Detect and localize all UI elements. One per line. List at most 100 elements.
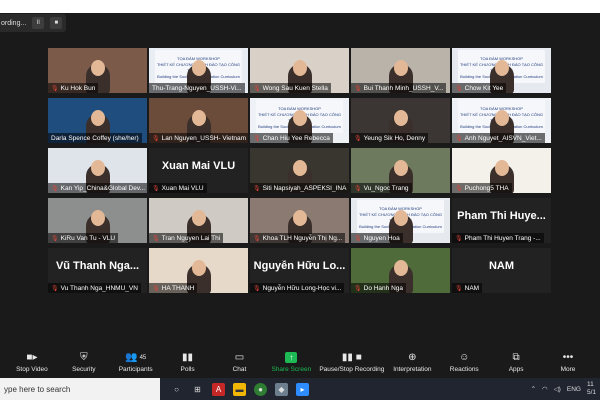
muted-mic-icon: 🎙 (51, 235, 59, 242)
ellipsis-icon: ••• (562, 352, 574, 363)
person-face (192, 60, 206, 76)
participant-name: Vu_Ngoc Trang (363, 184, 409, 192)
participant-tile[interactable]: Nguyễn Hữu Lo... 🎙 Nguyễn Hữu Long-Học vi.… (250, 248, 349, 293)
muted-mic-icon: 🎙 (354, 285, 362, 292)
person-face (293, 110, 307, 126)
windows-menu-icon[interactable]: ⊞ (191, 383, 204, 396)
participant-tile[interactable]: 🎙 Lan Nguyen_USSH- Vietnam (149, 98, 248, 143)
participant-name: Khoa TLH Nguyễn Thị Ng... (262, 234, 343, 242)
clock-time: 11 (586, 381, 594, 388)
reactions-button[interactable]: ☺ Reactions (438, 352, 490, 373)
pause-stop-icon: ▮▮ ■ (341, 352, 362, 363)
security-button[interactable]: ⛨ Security (58, 352, 110, 373)
app-icon[interactable]: ◆ (275, 382, 288, 396)
person-face (91, 160, 105, 176)
muted-mic-icon: 🎙 (455, 185, 463, 192)
participant-name-bar: 🎙 KiRu Van Tu - VLU (48, 233, 119, 243)
polls-button[interactable]: ▮▮ Polls (162, 352, 214, 373)
interpretation-button[interactable]: ⊕ Interpretation (386, 352, 438, 373)
pdf-app-icon[interactable]: A (212, 382, 225, 396)
reactions-label: Reactions (449, 366, 479, 373)
zoom-app-icon[interactable]: ▸ (296, 382, 309, 396)
participant-tile[interactable]: 🎙 Kan Yip_China&Global Dev... (48, 148, 147, 193)
chat-label: Chat (232, 366, 247, 373)
muted-mic-icon: 🎙 (455, 235, 463, 242)
person-face (495, 60, 509, 76)
participant-name-bar: 🎙 Wong Sau Kuen Stella (250, 83, 331, 93)
more-button[interactable]: ••• More (542, 352, 594, 373)
participant-tile[interactable]: TỌA ĐÀM WORKSHOPTHIẾT KẾ CHƯƠNG TRÌNH ĐÀ… (452, 98, 551, 143)
taskbar-search[interactable]: ype here to search (0, 378, 160, 400)
participant-tile[interactable]: 🎙 Tran Nguyen Lai Thi (149, 198, 248, 243)
person-face (293, 60, 307, 76)
participants-label: Participants (118, 366, 153, 373)
participant-tile[interactable]: 🎙 Yeung Sik Ho, Denny (351, 98, 450, 143)
clock[interactable]: 11 5/1 (587, 381, 596, 397)
muted-mic-icon: 🎙 (51, 185, 59, 192)
meeting-toolbar: ■▸ Stop Video ⛨ Security 👥 45 Participant… (0, 347, 600, 378)
person-face (91, 210, 105, 226)
file-explorer-icon[interactable]: ▬ (233, 382, 246, 396)
share-screen-button[interactable]: ↑ Share Screen (265, 352, 317, 373)
pause-recording-icon[interactable]: II (32, 17, 45, 29)
participant-tile[interactable]: Pham Thi Huye... 🎙 Pham Thi Huyen Trang -.… (452, 198, 551, 243)
participant-tile[interactable]: Xuan Mai VLU 🎙 Xuan Mai VLU (149, 148, 248, 193)
participant-tile[interactable]: Darla Spence Coffey (she/her) (48, 98, 147, 143)
participant-tile[interactable]: 🎙 Vu_Ngoc Trang (351, 148, 450, 193)
participant-tile[interactable]: 🎙 Ku Hok Bun (48, 48, 147, 93)
participant-tile[interactable]: TỌA ĐÀM WORKSHOPTHIẾT KẾ CHƯƠNG TRÌNH ĐÀ… (250, 98, 349, 143)
pause-recording-button[interactable]: ▮▮ ■ Pause/Stop Recording (317, 352, 386, 373)
stop-video-button[interactable]: ■▸ Stop Video (6, 352, 58, 373)
participants-button[interactable]: 👥 45 Participants (110, 352, 162, 373)
taskbar-apps: ○ ⊞ A ▬ ● ◆ ▸ (160, 382, 309, 396)
muted-mic-icon: 🎙 (455, 135, 463, 142)
participant-tile[interactable]: 🎙 Wong Sau Kuen Stella (250, 48, 349, 93)
participant-tile[interactable]: TỌA ĐÀM WORKSHOPTHIẾT KẾ CHƯƠNG TRÌNH ĐÀ… (351, 198, 450, 243)
bar-chart-icon: ▮▮ (182, 352, 194, 363)
chat-button[interactable]: ▭ Chat (214, 352, 266, 373)
participant-name: Lan Nguyen_USSH- Vietnam (161, 134, 247, 142)
volume-icon[interactable]: ◁) (554, 385, 561, 393)
muted-mic-icon: 🎙 (455, 85, 463, 92)
muted-mic-icon: 🎙 (455, 285, 463, 292)
muted-mic-icon: 🎙 (354, 85, 362, 92)
participant-name: Ku Hok Bun (60, 84, 96, 92)
muted-mic-icon: 🎙 (152, 185, 160, 192)
person-face (394, 260, 408, 276)
participant-name: Pham Thi Huyen Trang -... (464, 234, 541, 242)
participant-tile[interactable]: TỌA ĐÀM WORKSHOPTHIẾT KẾ CHƯƠNG TRÌNH ĐÀ… (452, 48, 551, 93)
participant-tile[interactable]: 🎙 Do Hanh Nga (351, 248, 450, 293)
participant-name-bar: 🎙 Vu_Ngoc Trang (351, 183, 412, 193)
participant-display-name: Nguyễn Hữu Lo... (253, 260, 346, 272)
participant-tile[interactable]: TỌA ĐÀM WORKSHOPTHIẾT KẾ CHƯƠNG TRÌNH ĐÀ… (149, 48, 248, 93)
task-view-icon[interactable]: ○ (170, 383, 183, 396)
participant-tile[interactable]: 🎙 Puchong5 THA (452, 148, 551, 193)
participant-tile[interactable]: 🎙 KiRu Van Tu - VLU (48, 198, 147, 243)
participant-name: HA THANH (161, 284, 195, 292)
chrome-icon[interactable]: ● (254, 382, 267, 396)
participant-tile[interactable]: NAM 🎙 NAM (452, 248, 551, 293)
language-indicator[interactable]: ENG (567, 386, 581, 393)
stop-video-label: Stop Video (16, 366, 48, 373)
participant-name: KiRu Van Tu - VLU (60, 234, 116, 242)
apps-button[interactable]: ⧉ Apps (490, 352, 542, 373)
participant-name-bar: 🎙 Anh Nguyet_AISVN_Viet... (452, 133, 545, 143)
person-face (192, 110, 206, 126)
participant-tile[interactable]: 🎙 HA THANH (149, 248, 248, 293)
stop-recording-icon[interactable]: ■ (50, 17, 63, 29)
participant-tile[interactable]: Vũ Thanh Nga... 🎙 Vu Thanh Nga_HNMU_VN (48, 248, 147, 293)
wifi-icon[interactable]: ◠ (542, 385, 548, 393)
muted-mic-icon: 🎙 (354, 185, 362, 192)
participant-display-name: Pham Thi Huye... (457, 210, 546, 222)
tray-chevron-icon[interactable]: ⌃ (531, 385, 536, 393)
participant-name-bar: Darla Spence Coffey (she/her) (48, 133, 142, 143)
muted-mic-icon: 🎙 (354, 135, 362, 142)
participant-tile[interactable]: 🎙 Siti Napsiyah_ASPEKSI_INA (250, 148, 349, 193)
participant-name: Tran Nguyen Lai Thi (161, 234, 221, 242)
participant-name: Thu-Trang-Nguyen_USSH-Vi... (152, 84, 242, 92)
system-tray: ⌃ ◠ ◁) ENG 11 5/1 (531, 381, 600, 397)
participant-tile[interactable]: 🎙 Khoa TLH Nguyễn Thị Ng... (250, 198, 349, 243)
person-face (495, 160, 509, 176)
participant-tile[interactable]: 🎙 Bui Thanh Minh_USSH_V... (351, 48, 450, 93)
clock-date: 5/1 (586, 389, 596, 396)
